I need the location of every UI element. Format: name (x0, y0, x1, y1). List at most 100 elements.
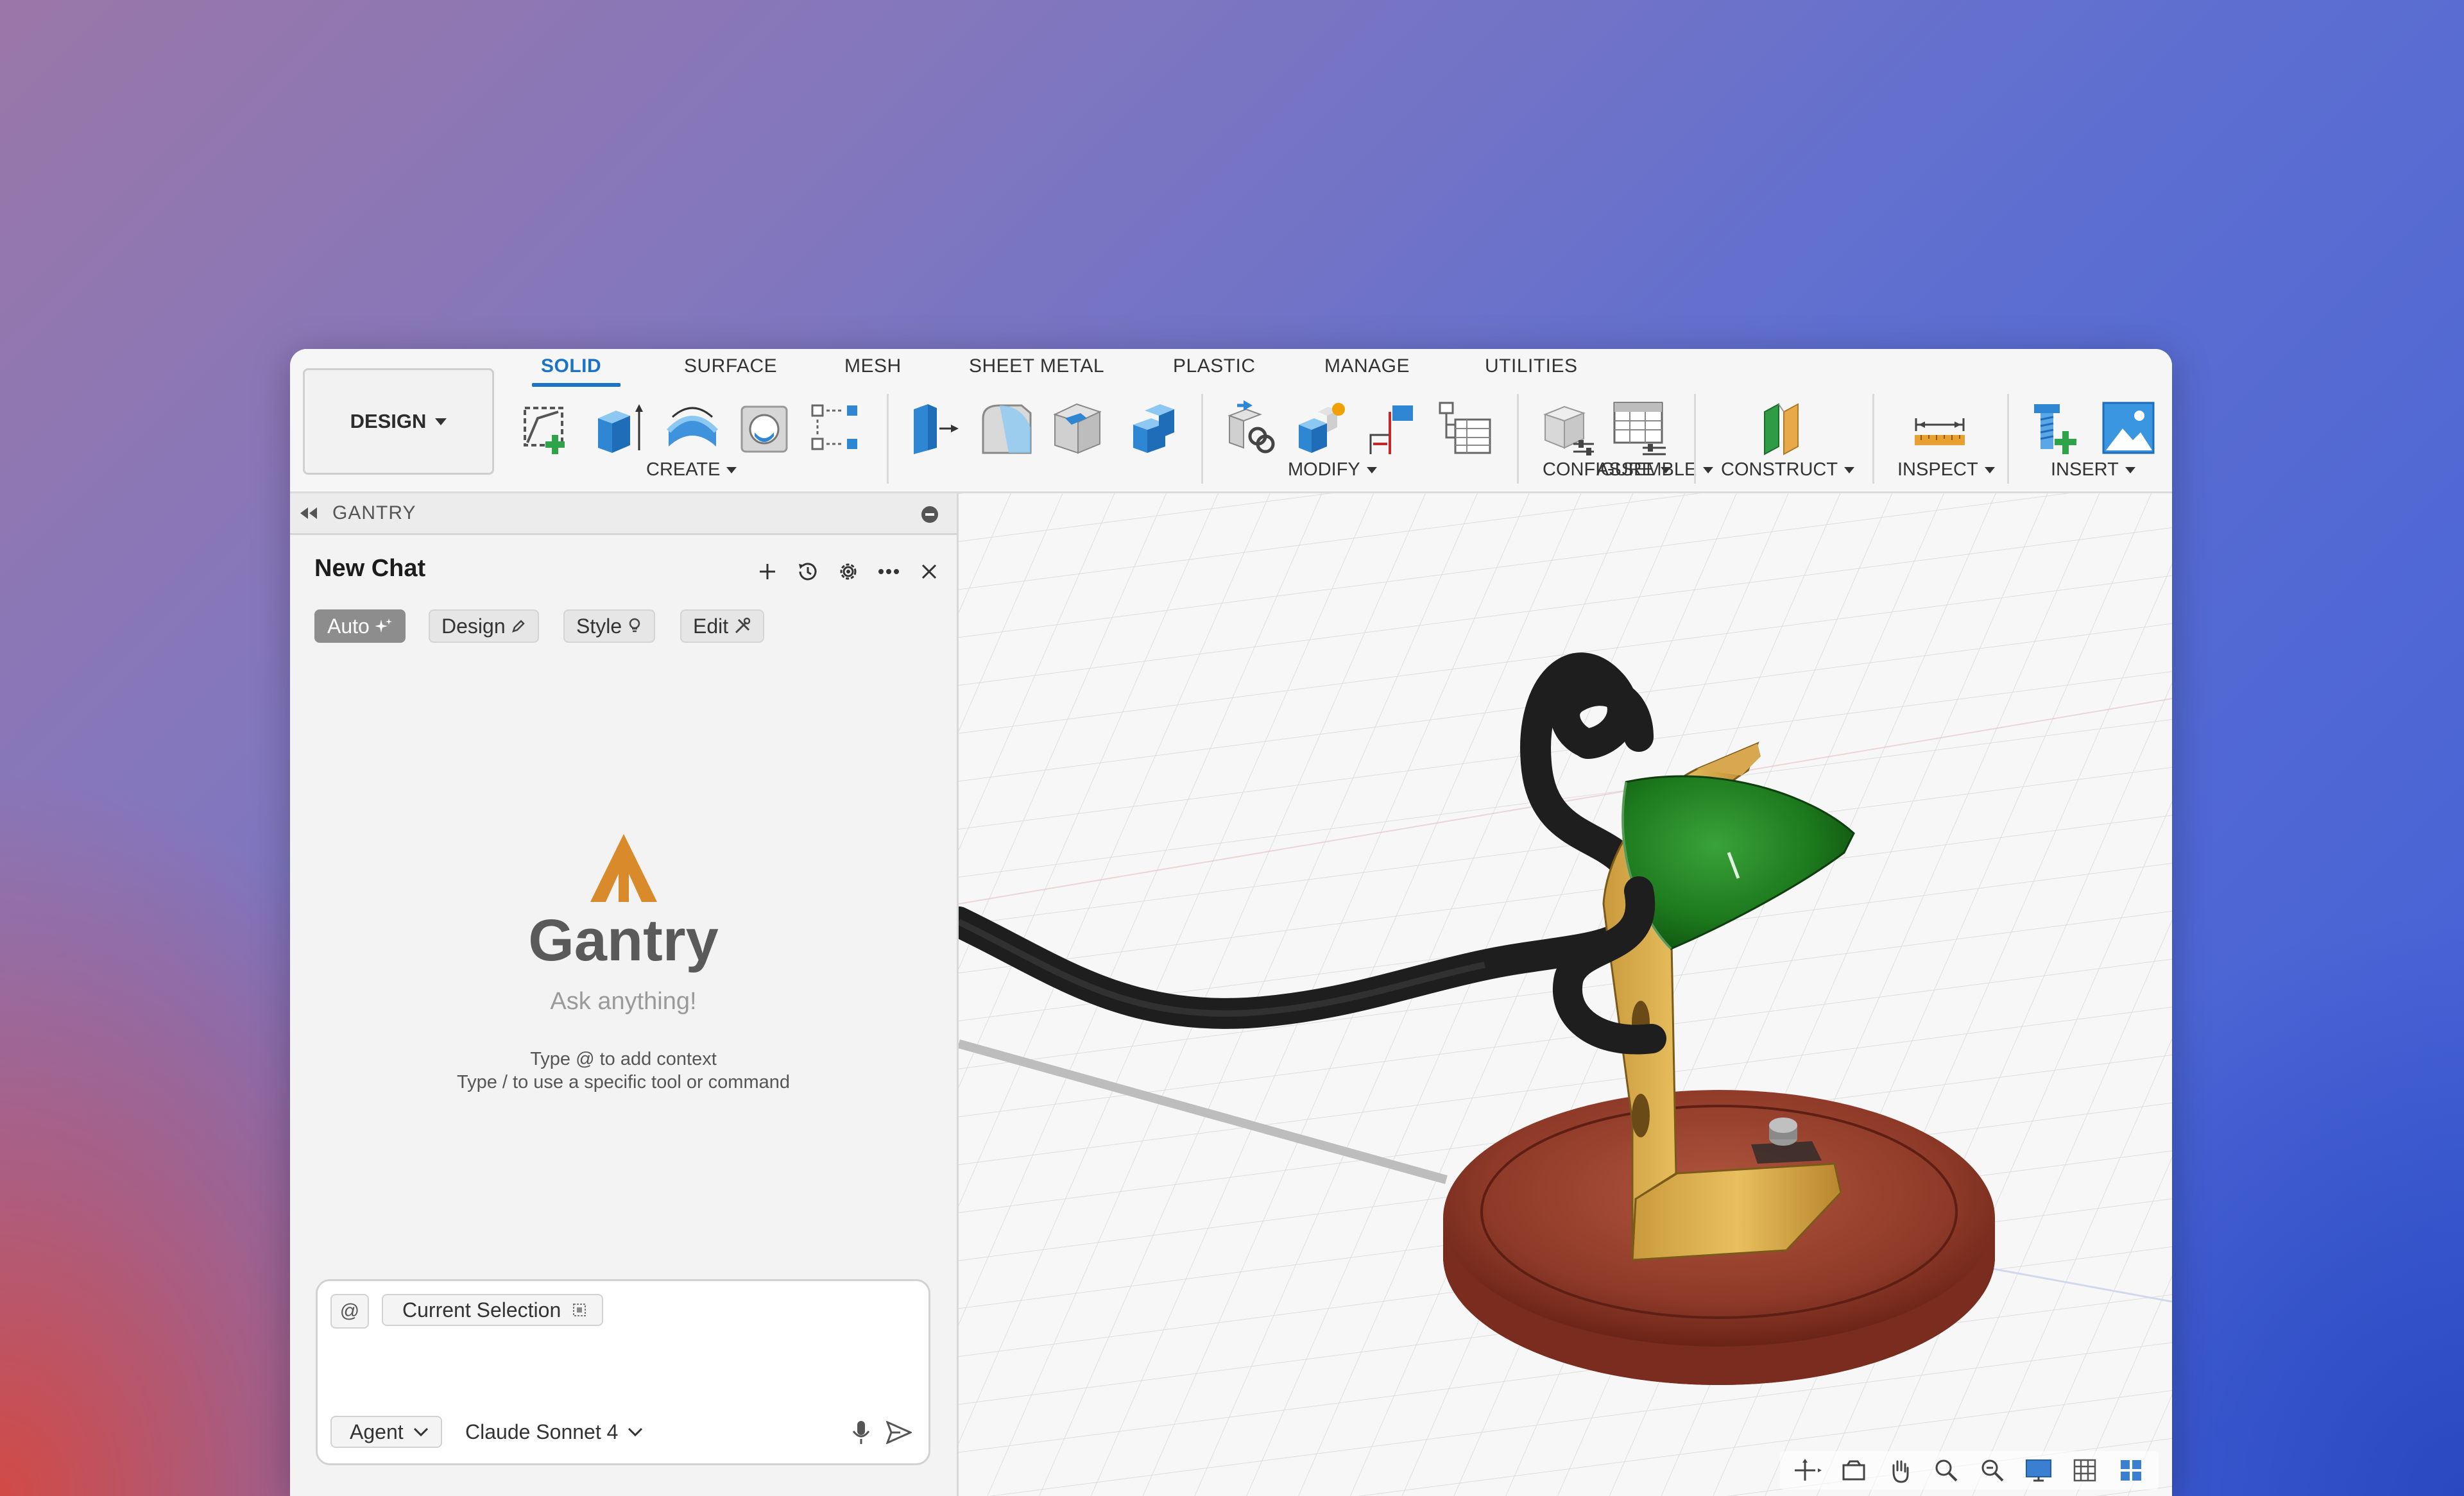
current-selection-chip[interactable]: Current Selection (382, 1294, 604, 1326)
shell-icon[interactable] (1048, 399, 1106, 457)
new-component-icon[interactable] (1220, 399, 1278, 457)
display-settings-button[interactable] (2017, 1452, 2060, 1488)
settings-button[interactable] (834, 557, 862, 586)
configure-part-icon[interactable] (1539, 399, 1596, 457)
tab-utilities[interactable]: UTILITIES (1485, 355, 1578, 377)
chevron-down-icon (413, 1427, 428, 1437)
extrude-icon[interactable] (590, 399, 648, 457)
tab-manage[interactable]: MANAGE (1324, 355, 1410, 377)
insert-canvas-icon[interactable] (2100, 399, 2157, 457)
gantry-panel: GANTRY New Chat Auto Design Style Edit G… (290, 493, 959, 1496)
mode-auto-label: Auto (327, 614, 370, 638)
mode-edit[interactable]: Edit (680, 609, 765, 643)
fillet-icon[interactable] (977, 399, 1034, 457)
separator (1694, 394, 1696, 484)
viewports-button[interactable] (2110, 1452, 2152, 1488)
lamp-model (959, 493, 2172, 1496)
tab-solid[interactable]: SOLID (541, 355, 601, 377)
display-settings-icon (2026, 1459, 2051, 1482)
ellipsis-icon (878, 569, 899, 574)
pattern-icon[interactable] (807, 399, 865, 457)
configure-label: CONFIGURE (1543, 459, 1654, 480)
orbit-button[interactable] (1786, 1452, 1829, 1488)
zoom-icon (1935, 1459, 1958, 1482)
configuration-table-icon[interactable] (1611, 399, 1668, 457)
tab-sheet-metal[interactable]: SHEET METAL (969, 355, 1104, 377)
plus-icon (760, 564, 775, 579)
hint-command: Type / to use a specific tool or command (456, 1072, 791, 1092)
fit-icon (1981, 1459, 2004, 1482)
model-label: Claude Sonnet 4 (465, 1420, 619, 1443)
minimize-panel-icon[interactable] (920, 505, 939, 524)
zoom-button[interactable] (1925, 1452, 1967, 1488)
hint-context: Type @ to add context (530, 1049, 717, 1069)
model-dropdown[interactable]: Claude Sonnet 4 (465, 1416, 644, 1448)
add-context-button[interactable]: @ (330, 1294, 369, 1329)
insert-menu[interactable]: INSERT (2051, 459, 2135, 480)
current-selection-label: Current Selection (402, 1298, 561, 1322)
orbit-icon (1795, 1459, 1822, 1481)
fit-button[interactable] (1971, 1452, 2014, 1488)
at-label: @ (339, 1300, 360, 1322)
configure-menu[interactable]: CONFIGURE (1543, 459, 1671, 480)
mode-style[interactable]: Style (563, 609, 656, 643)
joint-icon[interactable] (1292, 399, 1350, 457)
mode-design[interactable]: Design (429, 609, 539, 643)
construction-plane-icon[interactable] (1756, 399, 1813, 457)
create-label: CREATE (646, 459, 721, 480)
construct-label: CONSTRUCT (1721, 459, 1838, 480)
grid-settings-button[interactable] (2064, 1452, 2106, 1488)
pan-button[interactable] (1879, 1452, 1921, 1488)
3d-viewport[interactable] (959, 493, 2172, 1496)
separator (1201, 394, 1203, 484)
tab-surface[interactable]: SURFACE (684, 355, 777, 377)
hole-icon[interactable] (735, 399, 793, 457)
revolve-icon[interactable] (663, 399, 721, 457)
measure-icon[interactable] (1911, 399, 1969, 457)
gear-icon (840, 563, 857, 580)
new-chat-button[interactable] (753, 557, 782, 586)
modify-menu[interactable]: MODIFY (1288, 459, 1377, 480)
more-options-button[interactable] (875, 557, 903, 586)
press-pull-icon[interactable] (905, 399, 963, 457)
inspect-menu[interactable]: INSPECT (1897, 459, 1995, 480)
ground-flag-icon[interactable] (1364, 399, 1422, 457)
gantry-logo-icon (590, 834, 657, 902)
chevron-down-icon (1661, 466, 1671, 473)
tagline: Ask anything! (550, 988, 697, 1015)
send-icon[interactable] (886, 1421, 912, 1444)
tab-plastic[interactable]: PLASTIC (1173, 355, 1256, 377)
agent-dropdown[interactable]: Agent (330, 1416, 442, 1448)
insert-fastener-icon[interactable] (2029, 399, 2087, 457)
viewport-nav-bar (1780, 1451, 2159, 1490)
construct-menu[interactable]: CONSTRUCT (1721, 459, 1855, 480)
modify-label: MODIFY (1288, 459, 1360, 480)
chevron-down-icon (1366, 466, 1377, 473)
create-sketch-icon[interactable] (518, 399, 576, 457)
mode-auto[interactable]: Auto (314, 609, 406, 643)
selection-box-icon (573, 1304, 586, 1316)
create-menu[interactable]: CREATE (646, 459, 737, 480)
separator (1872, 394, 1874, 484)
bill-of-materials-icon[interactable] (1436, 399, 1494, 457)
separator (2007, 394, 2009, 484)
chat-title: New Chat (314, 555, 426, 582)
chat-input[interactable]: @ Current Selection Agent Claude Sonnet … (316, 1279, 930, 1465)
history-button[interactable] (794, 557, 822, 586)
tools-icon (735, 617, 751, 634)
gantry-wordmark: Gantry (528, 908, 719, 973)
microphone-icon[interactable] (851, 1420, 871, 1445)
grid-settings-icon (2073, 1459, 2096, 1482)
close-chat-button[interactable] (915, 557, 943, 586)
panel-header: GANTRY (290, 493, 957, 535)
separator (887, 394, 889, 484)
pan-icon (1892, 1460, 1909, 1483)
combine-icon[interactable] (1120, 399, 1178, 457)
look-at-button[interactable] (1833, 1452, 1875, 1488)
inspect-label: INSPECT (1897, 459, 1978, 480)
collapse-panel-icon[interactable] (298, 505, 321, 522)
gantry-logo (290, 830, 957, 910)
insert-label: INSERT (2051, 459, 2119, 480)
workspace-switcher[interactable]: DESIGN (303, 368, 494, 475)
tab-mesh[interactable]: MESH (844, 355, 902, 377)
